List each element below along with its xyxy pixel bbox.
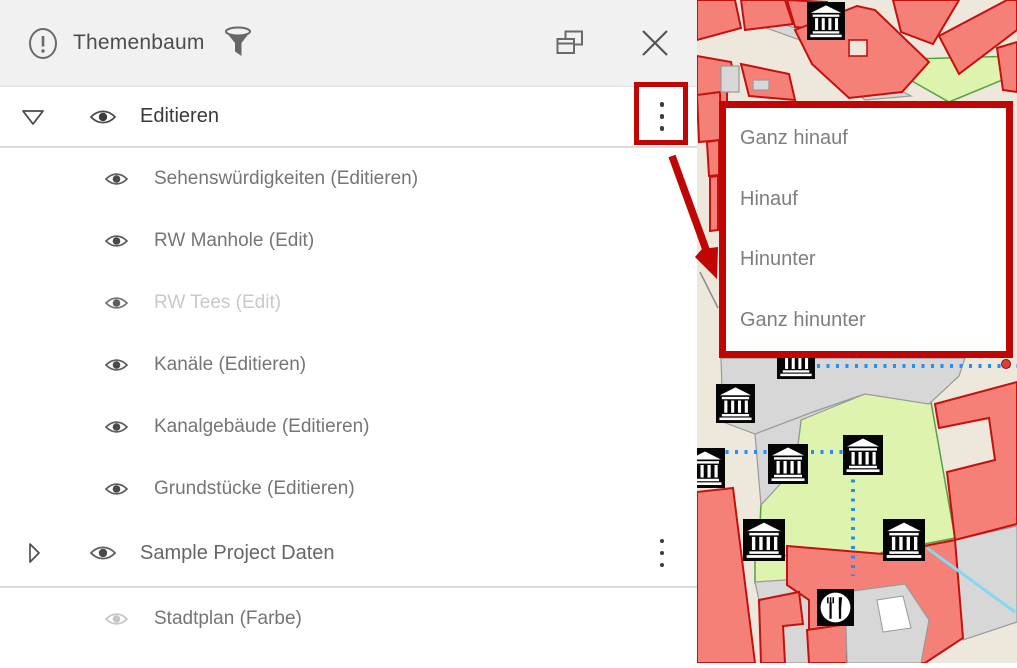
collapse-expanded-icon[interactable] <box>20 105 46 129</box>
museum-icon[interactable] <box>768 444 808 484</box>
tree-item-grundstuecke[interactable]: Grundstücke (Editieren) <box>0 458 697 520</box>
warning-icon[interactable] <box>28 27 58 60</box>
expand-collapsed-icon[interactable] <box>26 541 40 565</box>
map-point <box>1002 360 1011 369</box>
museum-icon[interactable] <box>716 384 755 423</box>
close-icon[interactable] <box>641 29 669 57</box>
menu-item-hinauf[interactable]: Hinauf <box>726 169 1006 230</box>
tree-item-sehenswuerdigkeiten[interactable]: Sehenswürdigkeiten (Editieren) <box>0 148 697 210</box>
museum-icon[interactable] <box>807 2 845 40</box>
layer-context-menu: Ganz hinauf Hinauf Hinunter Ganz hinunte… <box>719 101 1013 358</box>
tree-item-stadtplan[interactable]: Stadtplan (Farbe) <box>0 588 697 650</box>
restaurant-icon[interactable] <box>817 589 854 626</box>
tree-item-label: Grundstücke (Editieren) <box>154 478 355 500</box>
menu-item-ganz-hinunter[interactable]: Ganz hinunter <box>726 290 1006 351</box>
filter-icon[interactable] <box>223 26 253 60</box>
tree-item-editieren[interactable]: Editieren <box>0 87 697 146</box>
tree-item-label: Sehenswürdigkeiten (Editieren) <box>154 168 418 190</box>
tree-item-rw-manhole[interactable]: RW Manhole (Edit) <box>0 210 697 272</box>
panel-header: Themenbaum <box>0 0 697 87</box>
visibility-eye-icon[interactable] <box>104 481 129 497</box>
museum-icon[interactable] <box>843 435 883 475</box>
tree-item-label: Sample Project Daten <box>140 542 335 565</box>
tree-item-label: Editieren <box>140 105 219 128</box>
tree-item-sample-project-daten[interactable]: Sample Project Daten <box>0 520 697 586</box>
tree-item-label: Kanalgebäude (Editieren) <box>154 416 370 438</box>
tree-item-kanaele[interactable]: Kanäle (Editieren) <box>0 334 697 396</box>
panel-title: Themenbaum <box>73 31 205 55</box>
visibility-eye-icon-off[interactable] <box>104 611 129 627</box>
menu-item-ganz-hinauf[interactable]: Ganz hinauf <box>726 108 1006 169</box>
menu-item-hinunter[interactable]: Hinunter <box>726 230 1006 291</box>
tree-item-rw-tees[interactable]: RW Tees (Edit) <box>0 272 697 334</box>
tree-item-label: RW Tees (Edit) <box>154 292 281 314</box>
tree-item-label: Kanäle (Editieren) <box>154 354 306 376</box>
layer-menu-button[interactable] <box>656 96 669 137</box>
visibility-eye-icon[interactable] <box>89 108 117 126</box>
museum-icon[interactable] <box>697 448 725 488</box>
tree-item-kanalgebaeude[interactable]: Kanalgebäude (Editieren) <box>0 396 697 458</box>
themenbaum-panel: Themenbaum <box>0 0 697 663</box>
visibility-eye-icon[interactable] <box>104 171 129 187</box>
layer-menu-button[interactable] <box>656 533 669 574</box>
visibility-eye-icon[interactable] <box>104 233 129 249</box>
visibility-eye-icon[interactable] <box>89 544 117 562</box>
tree-item-label: RW Manhole (Edit) <box>154 230 314 252</box>
visibility-eye-icon[interactable] <box>104 295 129 311</box>
museum-icon[interactable] <box>743 519 785 561</box>
visibility-eye-icon[interactable] <box>104 357 129 373</box>
museum-icon[interactable] <box>883 519 925 561</box>
popout-window-icon[interactable] <box>556 30 584 56</box>
tree-item-label: Stadtplan (Farbe) <box>154 608 302 630</box>
visibility-eye-icon[interactable] <box>104 419 129 435</box>
